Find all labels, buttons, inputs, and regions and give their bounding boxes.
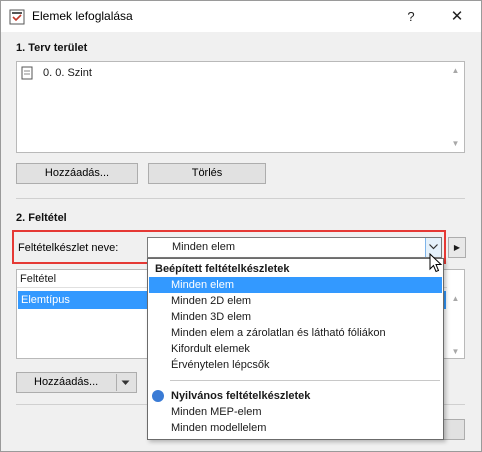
dropdown-item[interactable]: Minden elem [149,277,442,293]
add-criteria-button[interactable]: Hozzáadás... [16,372,137,393]
split-divider [116,374,117,391]
dropdown-item[interactable]: Kifordult elemek [149,341,442,357]
list-item[interactable]: 0. 0. Szint [43,67,92,79]
dropdown-item[interactable]: Minden modellelem [149,420,442,436]
chevron-down-icon[interactable] [121,380,130,386]
section-heading-criteria: 2. Feltétel [16,212,67,224]
criteria-row-label: Elemtípus [21,294,70,306]
floor-icon [21,66,33,80]
criteria-column-label: Feltétel [20,273,57,285]
dropdown-item[interactable]: Minden 3D elem [149,309,442,325]
help-button[interactable]: ? [401,7,421,27]
area-list-scrollbar[interactable]: ▲ ▼ [447,62,464,152]
dropdown-item[interactable]: Minden elem a zárolatlan és látható fóli… [149,325,442,341]
criteria-options-button[interactable]: ▶ [448,237,466,258]
scroll-down-icon[interactable]: ▼ [447,347,464,356]
area-listbox[interactable]: 0. 0. Szint ▲ ▼ [16,61,465,153]
window-title: Elemek lefoglalása [32,9,133,23]
title-bar: Elemek lefoglalása ? ✕ [1,1,481,32]
close-button[interactable]: ✕ [447,7,467,27]
delete-area-button[interactable]: Törlés [148,163,266,184]
divider [16,198,465,199]
dropdown-item[interactable]: Minden MEP-elem [149,404,442,420]
section-heading-area: 1. Terv terület [16,42,88,54]
scroll-down-icon[interactable]: ▼ [447,139,464,148]
builtin-sets-header: Beépített feltételkészletek [155,263,290,275]
dropdown-separator [170,380,440,381]
add-criteria-label: Hozzáadás... [34,376,99,388]
dialog-window: Elemek lefoglalása ? ✕ 1. Terv terület 0… [0,0,482,452]
triangle-right-icon: ▶ [453,243,461,252]
scroll-up-icon[interactable]: ▲ [447,294,464,303]
add-area-button[interactable]: Hozzáadás... [16,163,138,184]
dropdown-item[interactable]: Minden 2D elem [149,293,442,309]
scroll-up-icon[interactable]: ▲ [447,66,464,75]
criteria-set-dropdown[interactable]: Beépített feltételkészletek Minden elem … [147,258,444,440]
mouse-cursor-icon [429,253,443,273]
dropdown-item[interactable]: Érvénytelen lépcsők [149,357,442,373]
public-sets-header: Nyilvános feltételkészletek [171,390,311,402]
app-icon [9,9,25,25]
criteria-list-scrollbar[interactable]: ▲ ▼ [447,270,464,358]
